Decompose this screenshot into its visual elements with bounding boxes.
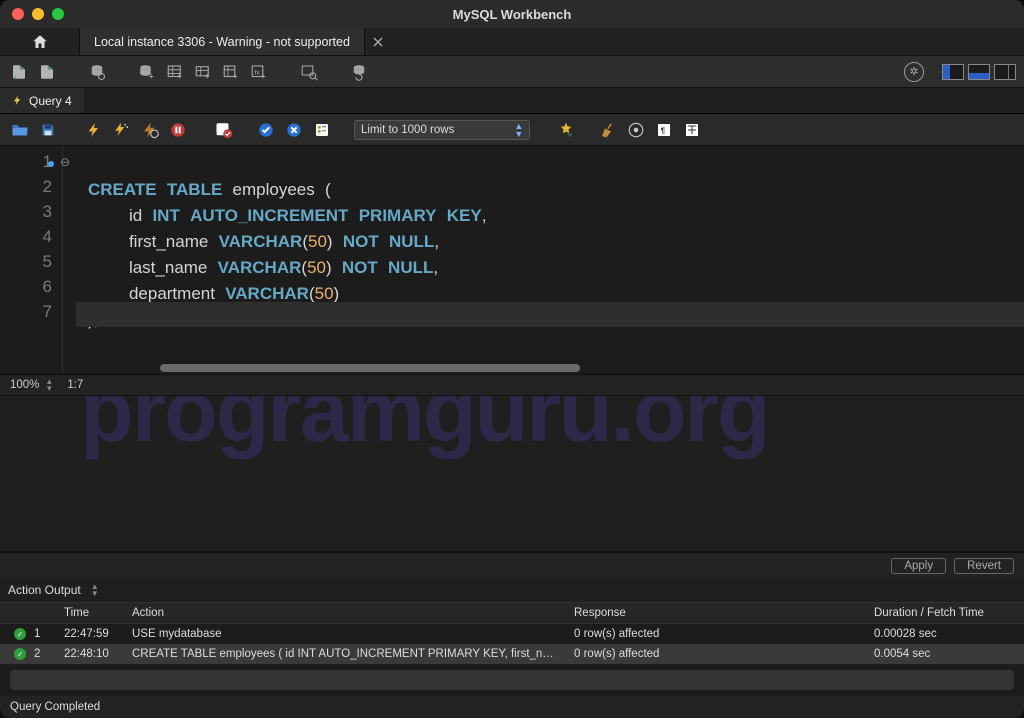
- stepper-arrows-icon: ▲▼: [45, 378, 53, 392]
- svg-text:+: +: [149, 71, 154, 81]
- svg-text:+: +: [205, 71, 210, 81]
- action-output-table: Time Action Response Duration / Fetch Ti…: [0, 602, 1024, 696]
- lightning-icon: [12, 95, 23, 106]
- toggle-left-panel-button[interactable]: [942, 64, 964, 80]
- status-text: Query Completed: [10, 701, 100, 713]
- output-type-select[interactable]: Action Output: [8, 583, 81, 597]
- col-action: Action: [132, 607, 574, 619]
- execute-current-button[interactable]: [112, 120, 132, 140]
- apply-bar: Apply Revert: [0, 552, 1024, 578]
- limit-rows-select[interactable]: Limit to 1000 rows ▲▼: [354, 120, 530, 140]
- select-arrows-icon: ▲▼: [91, 583, 99, 597]
- code-content[interactable]: CREATE TABLE employees ( id INT AUTO_INC…: [76, 146, 1024, 374]
- col-response: Response: [574, 607, 874, 619]
- main-toolbar: + + + + + fx+ ✲: [0, 56, 1024, 88]
- status-ok-icon: ✓: [14, 648, 26, 660]
- col-duration: Duration / Fetch Time: [874, 607, 1024, 619]
- query-tab-bar: Query 4: [0, 88, 1024, 114]
- result-grid-area: programguru.org: [0, 396, 1024, 552]
- connection-tab-close[interactable]: [365, 28, 391, 55]
- zoom-control[interactable]: 100% ▲▼: [10, 378, 53, 392]
- title-bar: MySQL Workbench: [0, 0, 1024, 28]
- toggle-limit-button[interactable]: [312, 120, 332, 140]
- toggle-autocommit-button[interactable]: [214, 120, 234, 140]
- cursor-position: 1:7: [67, 379, 83, 391]
- line-gutter: 1234567: [0, 146, 62, 374]
- action-output-header-row: Time Action Response Duration / Fetch Ti…: [0, 602, 1024, 624]
- query-toolbar: Limit to 1000 rows ▲▼ + ¶: [0, 114, 1024, 146]
- create-function-button[interactable]: fx+: [248, 61, 270, 83]
- query-tab-label: Query 4: [29, 94, 72, 108]
- revert-button[interactable]: Revert: [954, 558, 1014, 574]
- settings-button[interactable]: ✲: [904, 62, 924, 82]
- create-schema-button[interactable]: +: [136, 61, 158, 83]
- query-tab[interactable]: Query 4: [0, 88, 84, 113]
- output-panel-header: Action Output ▲▼: [0, 578, 1024, 602]
- svg-text:+: +: [233, 71, 238, 81]
- svg-text:¶: ¶: [661, 126, 666, 135]
- close-window-button[interactable]: [12, 8, 24, 20]
- open-sql-file-button[interactable]: [36, 61, 58, 83]
- search-table-data-button[interactable]: [298, 61, 320, 83]
- watermark-text: programguru.org: [80, 396, 1004, 462]
- svg-text:+: +: [568, 130, 573, 139]
- action-output-row[interactable]: ✓ 1 22:47:59 USE mydatabase 0 row(s) aff…: [0, 624, 1024, 644]
- app-window: MySQL Workbench Local instance 3306 - Wa…: [0, 0, 1024, 718]
- minimize-window-button[interactable]: [32, 8, 44, 20]
- svg-text:+: +: [13, 72, 18, 81]
- reconnect-button[interactable]: [348, 61, 370, 83]
- create-table-button[interactable]: +: [164, 61, 186, 83]
- svg-text:+: +: [261, 71, 266, 81]
- editor-status-bar: 100% ▲▼ 1:7: [0, 374, 1024, 396]
- traffic-lights: [0, 8, 64, 20]
- commit-button[interactable]: [256, 120, 276, 140]
- connection-tab-bar: Local instance 3306 - Warning - not supp…: [0, 28, 1024, 56]
- connection-tab[interactable]: Local instance 3306 - Warning - not supp…: [80, 28, 365, 55]
- svg-text:fx: fx: [255, 69, 261, 76]
- stop-button[interactable]: [168, 120, 188, 140]
- inspector-button[interactable]: [86, 61, 108, 83]
- create-procedure-button[interactable]: +: [220, 61, 242, 83]
- close-icon: [373, 37, 383, 47]
- select-arrows-icon: ▲▼: [514, 122, 523, 138]
- create-view-button[interactable]: +: [192, 61, 214, 83]
- save-file-button[interactable]: [38, 120, 58, 140]
- editor-horizontal-scrollbar[interactable]: [160, 364, 580, 372]
- status-ok-icon: ✓: [14, 628, 26, 640]
- explain-button[interactable]: [140, 120, 160, 140]
- zoom-value: 100%: [10, 379, 39, 391]
- find-button[interactable]: [598, 120, 618, 140]
- toggle-right-panel-button[interactable]: [994, 64, 1016, 80]
- toggle-invisible-button[interactable]: [626, 120, 646, 140]
- snippets-button[interactable]: [682, 120, 702, 140]
- maximize-window-button[interactable]: [52, 8, 64, 20]
- window-title: MySQL Workbench: [0, 7, 1024, 22]
- output-filter-bar[interactable]: [10, 670, 1014, 690]
- limit-rows-label: Limit to 1000 rows: [361, 124, 454, 136]
- execute-button[interactable]: [84, 120, 104, 140]
- fold-bar: [62, 146, 76, 374]
- open-file-button[interactable]: [10, 120, 30, 140]
- rollback-button[interactable]: [284, 120, 304, 140]
- status-bar: Query Completed: [0, 696, 1024, 718]
- col-time: Time: [64, 607, 132, 619]
- toggle-bottom-panel-button[interactable]: [968, 64, 990, 80]
- wrap-lines-button[interactable]: ¶: [654, 120, 674, 140]
- new-sql-tab-button[interactable]: +: [8, 61, 30, 83]
- home-icon: [31, 33, 49, 51]
- beautify-button[interactable]: +: [556, 120, 576, 140]
- apply-button[interactable]: Apply: [891, 558, 946, 574]
- action-output-row[interactable]: ✓ 2 22:48:10 CREATE TABLE employees ( id…: [0, 644, 1024, 664]
- home-tab[interactable]: [0, 28, 80, 55]
- sql-editor[interactable]: 1234567 CREATE TABLE employees ( id INT …: [0, 146, 1024, 374]
- svg-text:+: +: [177, 71, 182, 81]
